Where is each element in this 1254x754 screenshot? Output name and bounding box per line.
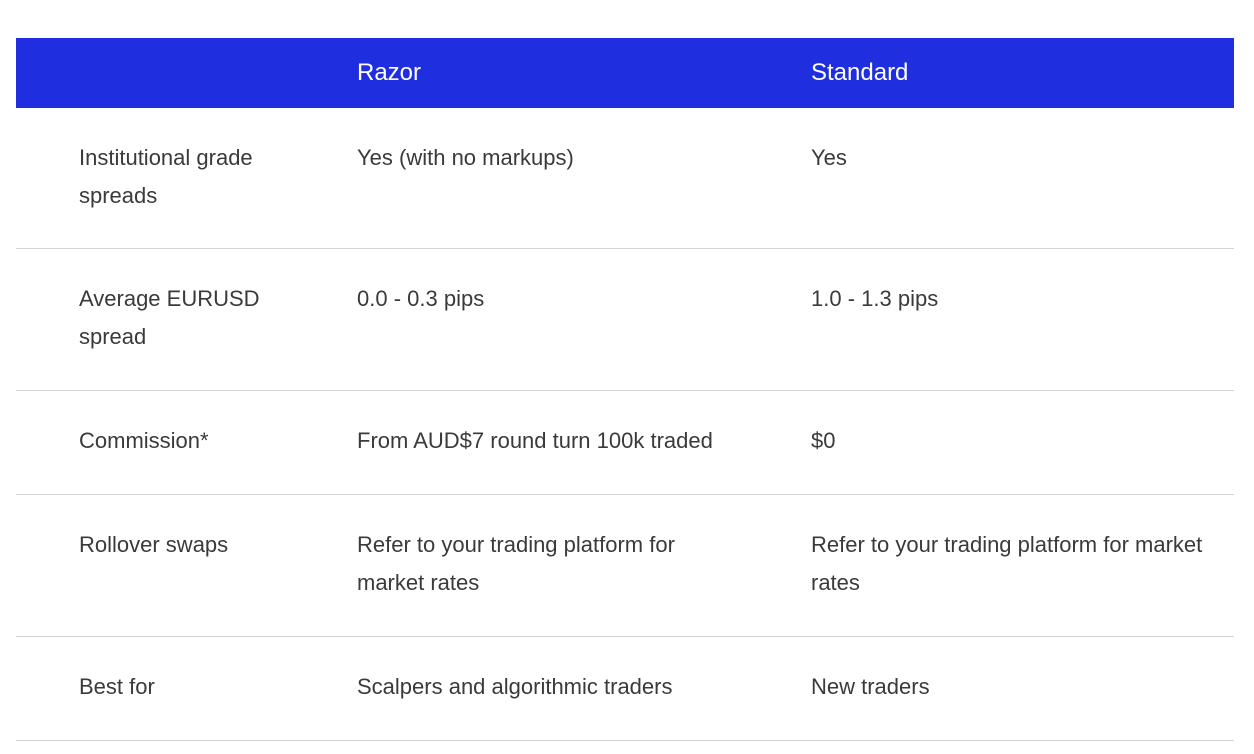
header-standard: Standard [811, 59, 909, 86]
table-row: Commission* From AUD$7 round turn 100k t… [16, 391, 1234, 495]
row-razor: From AUD$7 round turn 100k traded [357, 428, 713, 453]
row-razor: Scalpers and algorithmic traders [357, 674, 673, 699]
comparison-table: Razor Standard Institutional grade sprea… [16, 38, 1234, 741]
row-feature: Best for [79, 674, 155, 699]
row-standard: 1.0 - 1.3 pips [811, 286, 939, 311]
row-standard: Yes [811, 145, 847, 170]
row-razor: 0.0 - 0.3 pips [357, 286, 485, 311]
row-feature: Average EURUSD spread [79, 286, 260, 349]
row-standard: New traders [811, 674, 930, 699]
table-row: Average EURUSD spread 0.0 - 0.3 pips 1.0… [16, 249, 1234, 391]
header-razor: Razor [357, 59, 422, 86]
table-row: Institutional grade spreads Yes (with no… [16, 108, 1234, 249]
row-feature: Institutional grade spreads [79, 145, 253, 208]
row-feature: Commission* [79, 428, 209, 453]
row-feature: Rollover swaps [79, 532, 229, 557]
table-header: Razor Standard [16, 38, 1234, 108]
row-standard: $0 [811, 428, 836, 453]
table-row: Rollover swaps Refer to your trading pla… [16, 495, 1234, 637]
row-standard: Refer to your trading platform for marke… [811, 532, 1203, 595]
row-razor: Yes (with no markups) [357, 145, 574, 170]
row-razor: Refer to your trading platform for marke… [357, 532, 675, 595]
table-row: Best for Scalpers and algorithmic trader… [16, 637, 1234, 741]
